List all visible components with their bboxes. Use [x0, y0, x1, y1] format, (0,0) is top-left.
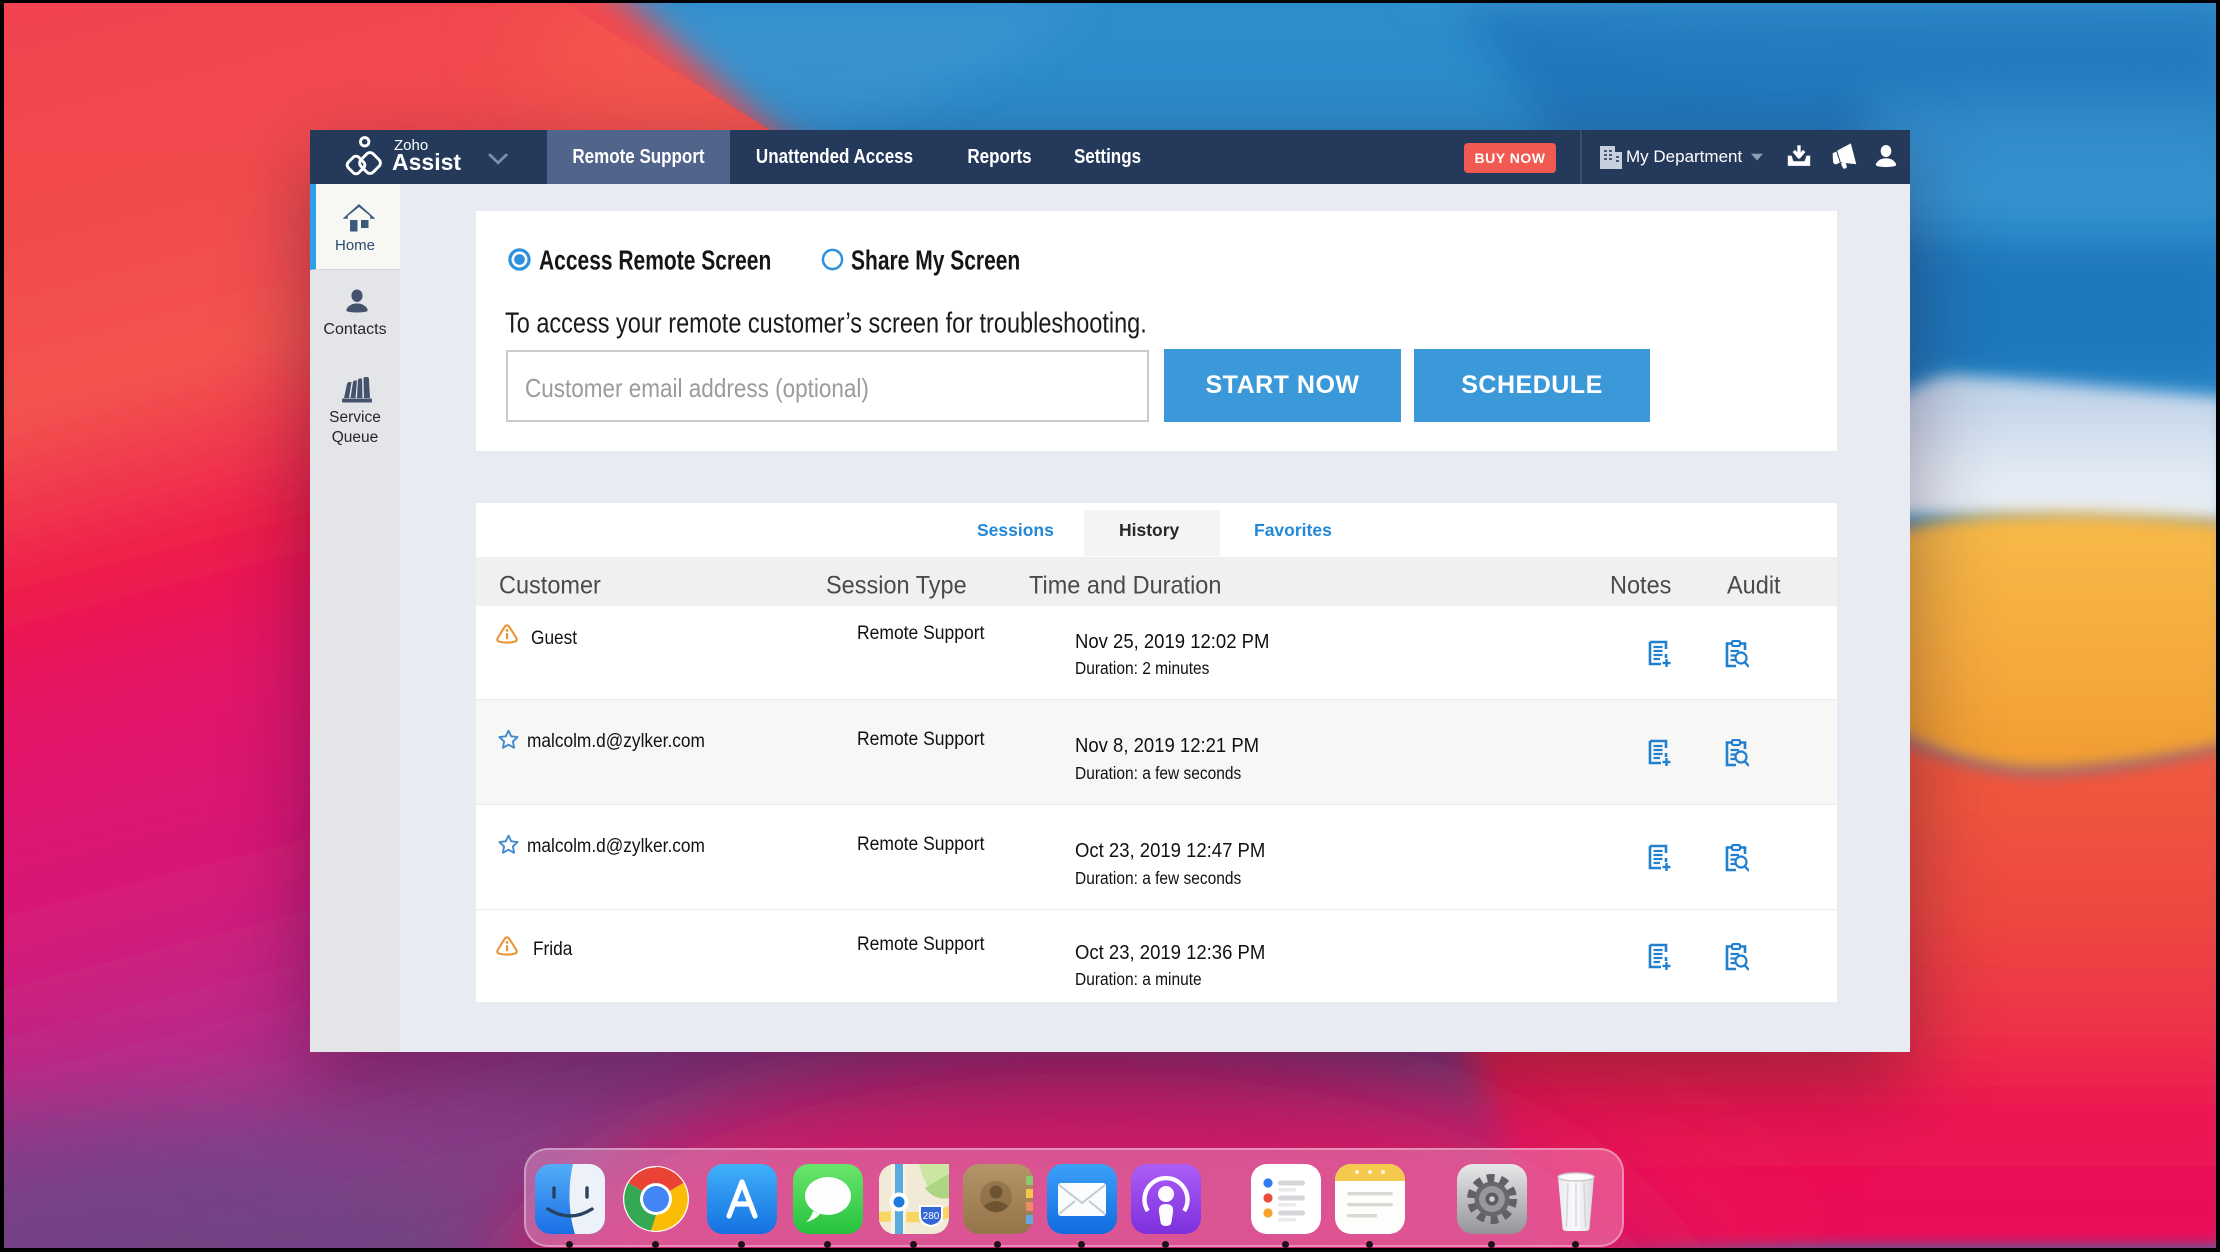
svg-text:280: 280 — [923, 1211, 940, 1222]
